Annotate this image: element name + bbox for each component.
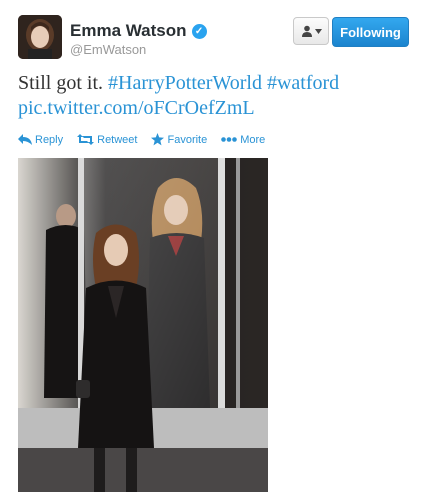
more-action[interactable]: More <box>221 134 265 146</box>
star-icon <box>151 133 165 146</box>
reply-action[interactable]: Reply <box>18 134 63 146</box>
more-label[interactable]: More <box>240 134 265 146</box>
user-name-text[interactable]: Emma Watson <box>70 21 187 41</box>
tweet-body: Still got it. <box>18 72 104 94</box>
tweet-text: Still got it. #HarryPotterWorld #watford… <box>18 71 413 121</box>
reply-icon <box>18 134 32 145</box>
retweet-action[interactable]: Retweet <box>77 134 137 146</box>
user-name[interactable]: Emma Watson ✓ <box>70 21 207 41</box>
avatar[interactable] <box>18 15 62 59</box>
chevron-down-icon <box>314 28 322 34</box>
photo-link[interactable]: pic.twitter.com/oFCrOefZmL <box>18 97 255 119</box>
tweet-actions: Reply Retweet Favorite More <box>18 133 265 146</box>
favorite-action[interactable]: Favorite <box>151 133 207 146</box>
avatar-image <box>18 15 62 59</box>
retweet-label[interactable]: Retweet <box>97 134 137 146</box>
user-icon <box>301 25 312 37</box>
hashtag-harrypotterworld[interactable]: #HarryPotterWorld <box>108 72 262 94</box>
user-actions-dropdown-button[interactable] <box>293 17 329 45</box>
photo-image <box>18 158 268 492</box>
reply-label[interactable]: Reply <box>35 134 63 146</box>
following-button[interactable]: Following <box>332 17 409 47</box>
hashtag-watford[interactable]: #watford <box>267 72 339 94</box>
verified-badge-icon: ✓ <box>191 23 207 39</box>
favorite-label[interactable]: Favorite <box>167 134 207 146</box>
retweet-icon <box>77 134 95 145</box>
tweet-photo[interactable] <box>18 158 268 492</box>
user-handle[interactable]: @EmWatson <box>70 42 146 57</box>
more-dots-icon <box>221 137 238 142</box>
